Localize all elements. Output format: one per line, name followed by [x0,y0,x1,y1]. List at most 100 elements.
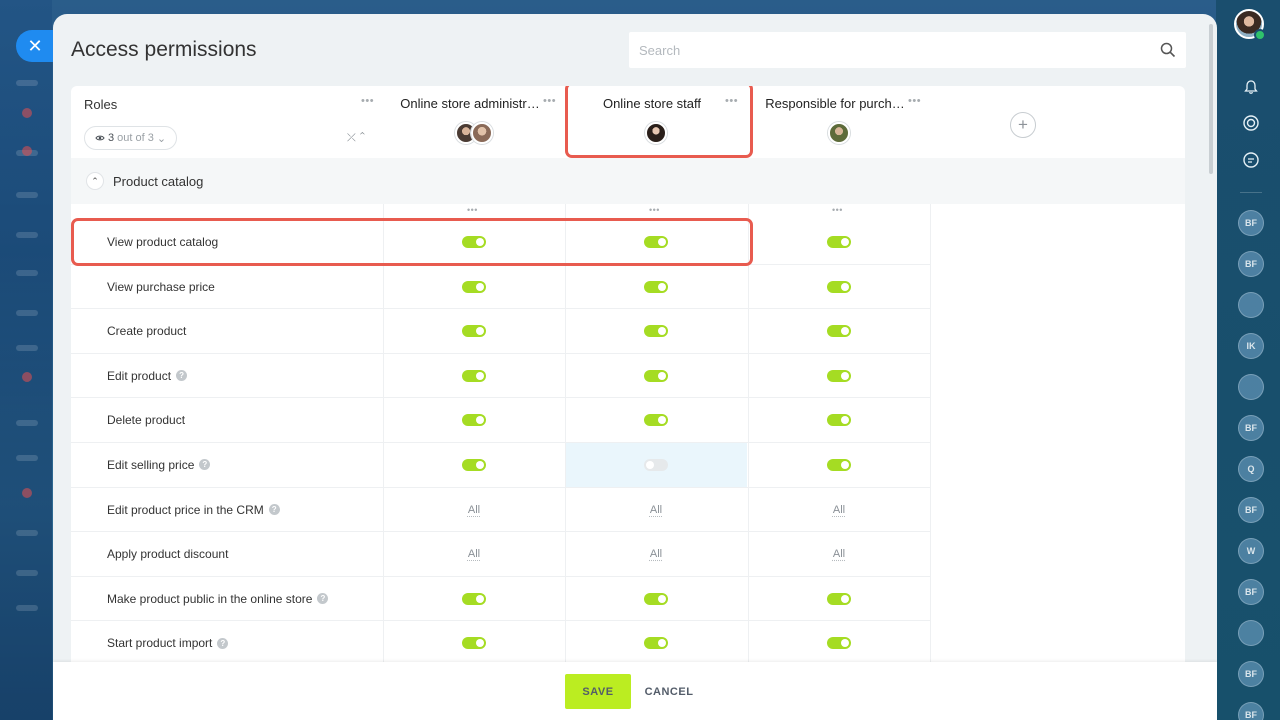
permission-toggle[interactable] [644,414,668,427]
permission-toggle[interactable] [827,280,851,293]
permission-toggle[interactable] [462,369,486,382]
permission-toggle[interactable] [644,458,668,471]
column-divider [748,204,749,666]
permission-toggle[interactable] [644,369,668,382]
recent-chat-avatar[interactable]: BF [1238,702,1264,720]
avatar [471,122,493,144]
permission-toggle[interactable] [827,369,851,382]
permission-value-select[interactable]: All [650,548,662,560]
roles-menu-icon[interactable]: ••• [361,96,374,107]
permission-cell [565,354,747,398]
permission-toggle[interactable] [462,280,486,293]
permission-value-select[interactable]: All [833,504,845,516]
permission-toggle[interactable] [827,458,851,471]
collapse-expand-icon[interactable]: ⤫⌃ [347,132,369,145]
recent-chat-avatar[interactable]: IK [1238,333,1264,359]
bell-icon[interactable] [1238,74,1264,100]
permission-cell [748,309,930,353]
search-icon[interactable] [1160,42,1176,58]
search-input[interactable] [639,42,1160,58]
permission-toggle[interactable] [462,325,486,338]
permission-cell: All [748,488,930,532]
permission-toggle[interactable] [827,236,851,248]
permission-toggle[interactable] [644,280,668,293]
permission-toggle[interactable] [644,637,668,650]
permission-row: Edit selling price? [71,442,931,488]
recent-chat-avatar[interactable]: BF [1238,251,1264,277]
add-role-button[interactable]: + [1010,112,1036,138]
permission-cell [565,398,747,442]
recent-chat-avatar[interactable] [1238,374,1264,400]
role-menu-icon[interactable]: ••• [908,96,921,107]
permission-cell [748,354,930,398]
recent-chat-avatar[interactable] [1238,620,1264,646]
permission-toggle[interactable] [827,592,851,605]
permission-cell [565,265,747,309]
avatar [828,122,850,144]
section-product-catalog[interactable]: ⌃ Product catalog [71,158,1185,204]
user-avatar[interactable] [1234,9,1266,41]
status-icon [1254,29,1266,41]
copilot-icon[interactable] [1238,110,1264,136]
filter-suffix: out of 3 [117,132,154,144]
permission-value-select[interactable]: All [833,548,845,560]
role-menu-icon[interactable]: ••• [543,96,556,107]
permission-toggle[interactable] [827,325,851,338]
permission-toggle[interactable] [462,637,486,650]
role-avatars[interactable] [455,122,493,144]
highlight-permission-box [71,218,753,266]
permission-toggle[interactable] [644,592,668,605]
search-box[interactable] [629,32,1186,68]
access-permissions-panel: Access permissions Roles ••• 3 out of 3 … [53,14,1217,720]
recent-chat-avatar[interactable]: BF [1238,210,1264,236]
recent-chat-avatar[interactable]: BF [1238,497,1264,523]
help-icon[interactable]: ? [199,459,211,471]
permission-row: Create product [71,309,931,354]
scrollbar[interactable] [1209,24,1213,174]
chat-icon[interactable] [1238,147,1264,173]
recent-chat-avatar[interactable]: BF [1238,661,1264,687]
chevron-down-icon: ⌄ [156,132,167,145]
column-menu-icon[interactable]: ••• [832,206,843,215]
recent-chat-avatar[interactable]: BF [1238,415,1264,441]
roles-filter-chip[interactable]: 3 out of 3 ⌄ [84,126,178,150]
role-column-header[interactable]: Online store administr… ••• [383,86,565,158]
permission-value-select[interactable]: All [468,548,480,560]
permission-toggle[interactable] [827,414,851,427]
permission-toggle[interactable] [644,325,668,338]
permission-value-select[interactable]: All [468,504,480,516]
column-divider [565,204,566,666]
role-name: Responsible for purch… [765,96,905,111]
permission-cell [748,621,930,665]
permission-cell [383,398,565,442]
cancel-button[interactable]: CANCEL [639,674,699,709]
permission-toggle[interactable] [827,637,851,650]
column-divider [383,204,384,666]
permission-toggle[interactable] [462,458,486,471]
recent-chat-avatar[interactable]: W [1238,538,1264,564]
permission-row: Start product import? [71,621,931,666]
permission-cell: All [383,532,565,576]
permission-toggle[interactable] [462,414,486,427]
help-icon[interactable]: ? [268,504,280,516]
permission-cell: All [565,532,747,576]
help-icon[interactable]: ? [317,593,329,605]
permission-cell [383,577,565,621]
permission-toggle[interactable] [462,592,486,605]
chevron-up-icon[interactable]: ⌃ [86,172,104,190]
recent-chat-avatar[interactable] [1238,292,1264,318]
permission-label: Apply product discount [107,547,229,562]
close-button[interactable]: ✕ [16,30,54,62]
permission-row: Edit product price in the CRM? All All All [71,488,931,533]
column-menu-icon[interactable]: ••• [467,206,478,215]
permission-value-select[interactable]: All [650,504,662,516]
help-icon[interactable]: ? [176,370,188,382]
column-menu-icon[interactable]: ••• [649,206,660,215]
role-column-header[interactable]: Responsible for purch… ••• [748,86,930,158]
help-icon[interactable]: ? [217,637,229,649]
recent-chat-avatar[interactable]: Q [1238,456,1264,482]
permission-cell [748,443,930,487]
recent-chat-avatar[interactable]: BF [1238,579,1264,605]
save-button[interactable]: SAVE [565,674,631,709]
role-avatars[interactable] [828,122,850,144]
